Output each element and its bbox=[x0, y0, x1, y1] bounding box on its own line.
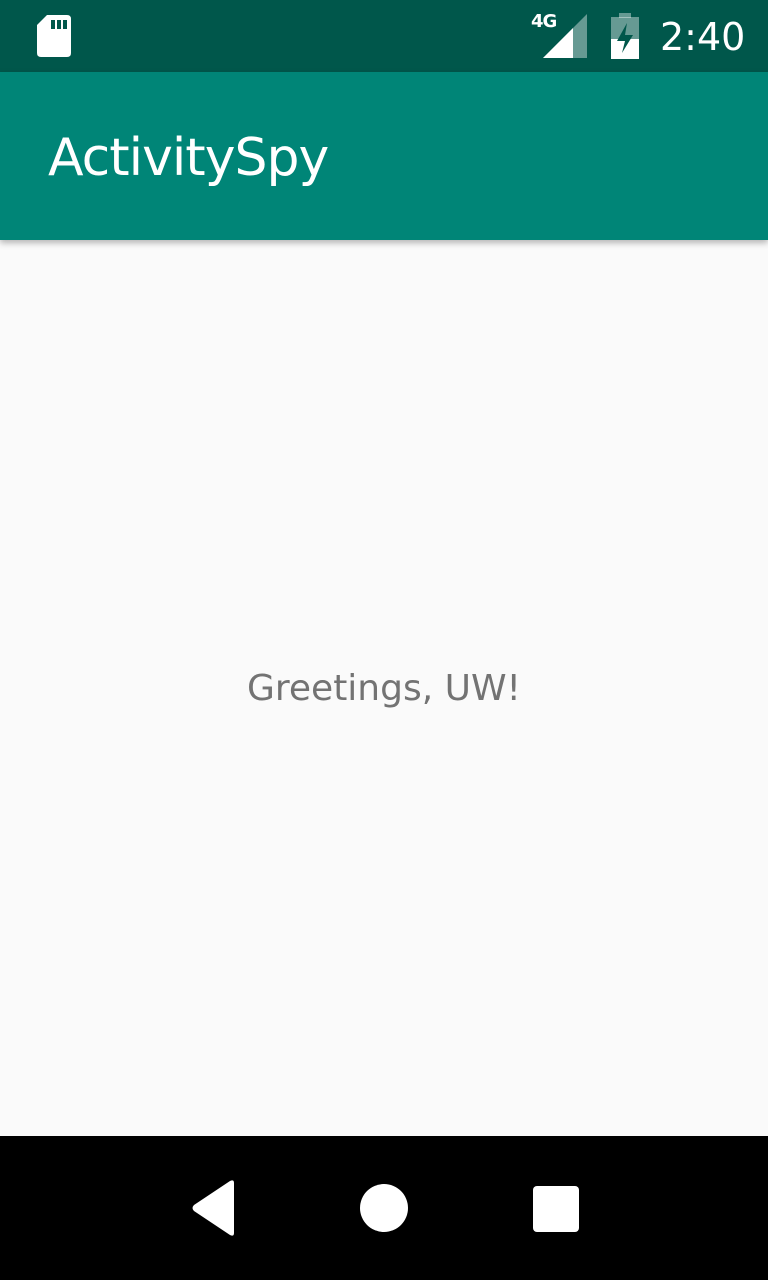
home-icon[interactable] bbox=[348, 1172, 420, 1244]
navigation-bar bbox=[0, 1136, 768, 1280]
sd-card-icon bbox=[37, 15, 71, 57]
app-title: ActivitySpy bbox=[48, 128, 329, 188]
battery-charging-icon bbox=[611, 13, 639, 59]
status-time: 2:40 bbox=[660, 15, 746, 59]
main-content: Greetings, UW! bbox=[0, 240, 768, 1136]
status-bar: 4G 2:40 bbox=[0, 0, 768, 72]
signal-icon bbox=[543, 14, 587, 58]
greeting-text: Greetings, UW! bbox=[246, 668, 521, 709]
app-bar: ActivitySpy bbox=[0, 72, 768, 240]
recents-icon[interactable] bbox=[519, 1172, 591, 1244]
back-icon[interactable] bbox=[178, 1172, 250, 1244]
